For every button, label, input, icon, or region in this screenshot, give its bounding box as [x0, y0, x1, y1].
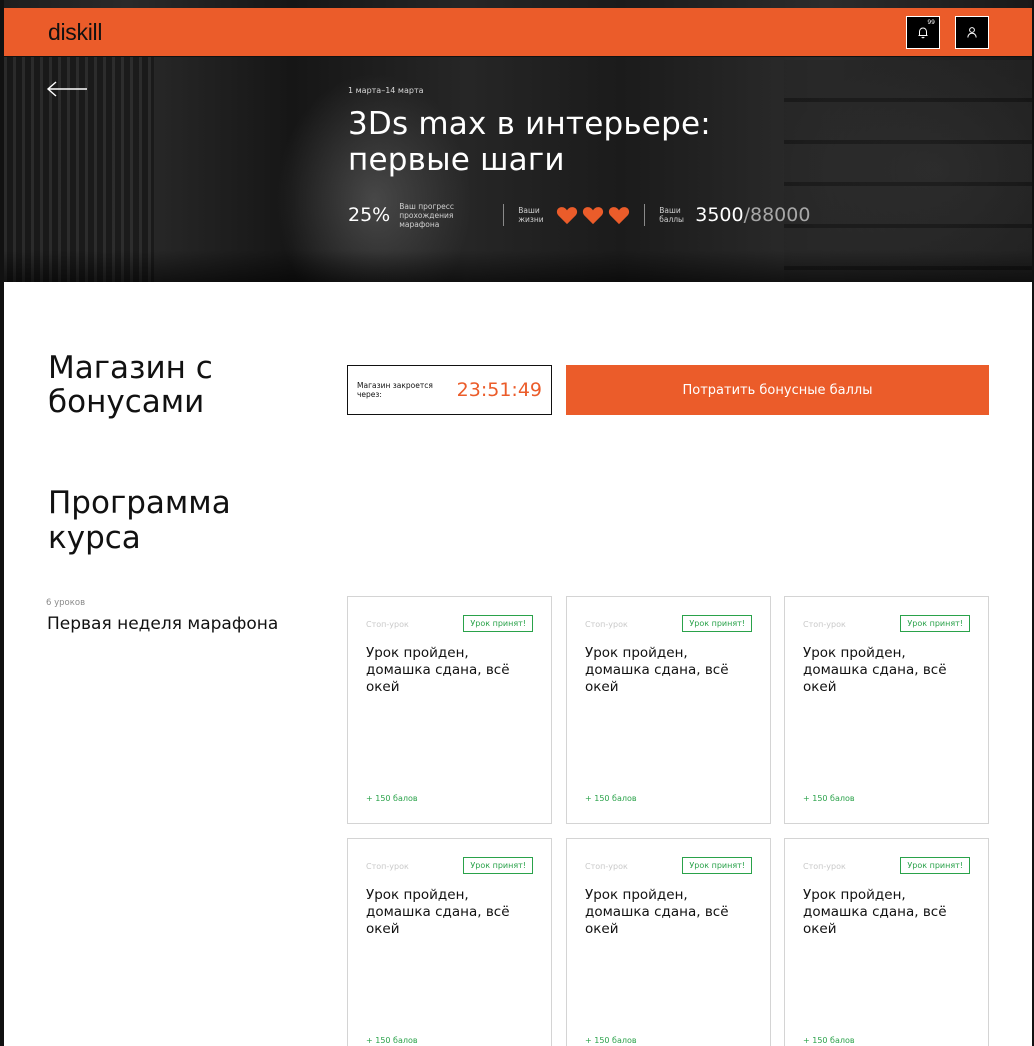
timer-value: 23:51:49 — [456, 379, 542, 401]
program-title: Программа курса — [48, 485, 231, 556]
lives-hearts — [556, 206, 630, 225]
lesson-text: Урок пройден, домашка сдана, всё окей — [585, 887, 729, 937]
lesson-card[interactable]: Стоп-урок Урок принят! Урок пройден, дом… — [784, 596, 989, 824]
stat-divider — [644, 204, 646, 226]
lesson-points: + 150 балов — [366, 794, 418, 803]
shop-timer: Магазин закроется через: 23:51:49 — [347, 365, 552, 415]
hero-background-floor — [4, 250, 1032, 282]
lesson-text: Урок пройден, домашка сдана, всё окей — [366, 887, 510, 937]
profile-button[interactable] — [955, 16, 989, 49]
lesson-tag: Стоп-урок — [366, 862, 409, 871]
lesson-tag: Стоп-урок — [803, 862, 846, 871]
lesson-card[interactable]: Стоп-урок Урок принят! Урок пройден, дом… — [784, 838, 989, 1046]
lesson-status-badge: Урок принят! — [682, 615, 752, 632]
lives-label: Ваши жизни — [518, 206, 544, 224]
progress-value: 25% — [348, 204, 391, 226]
lesson-status-badge: Урок принят! — [682, 857, 752, 874]
user-icon — [967, 27, 977, 38]
notifications-count: 99 — [927, 19, 935, 26]
lesson-text: Урок пройден, домашка сдана, всё окей — [803, 887, 947, 937]
week-lesson-count: 6 уроков — [46, 598, 86, 608]
score-total: /88000 — [743, 204, 811, 226]
logo[interactable]: diskill — [48, 19, 102, 46]
course-title: 3Ds max в интерьере: первые шаги — [348, 106, 711, 178]
lesson-points: + 150 балов — [803, 1036, 855, 1045]
timer-label: Магазин закроется через: — [357, 381, 433, 399]
progress-label: Ваш прогресс прохождения марафона — [399, 201, 455, 229]
shop-title: Магазин с бонусами — [48, 350, 213, 420]
lesson-card[interactable]: Стоп-урок Урок принят! Урок пройден, дом… — [347, 838, 552, 1046]
lesson-tag: Стоп-урок — [585, 620, 628, 629]
lesson-status-badge: Урок принят! — [463, 615, 533, 632]
lesson-card[interactable]: Стоп-урок Урок принят! Урок пройден, дом… — [566, 838, 771, 1046]
lesson-status-badge: Урок принят! — [900, 615, 970, 632]
lesson-tag: Стоп-урок — [803, 620, 846, 629]
lesson-text: Урок пройден, домашка сдана, всё окей — [366, 645, 510, 695]
marathon-stats: 25% Ваш прогресс прохождения марафона Ва… — [348, 200, 810, 230]
marathon-dates: 1 марта–14 марта — [348, 86, 424, 95]
heart-icon — [557, 206, 578, 224]
lesson-points: + 150 балов — [585, 794, 637, 803]
lesson-tag: Стоп-урок — [585, 862, 628, 871]
week-title: Первая неделя марафона — [47, 614, 279, 634]
lesson-points: + 150 балов — [803, 794, 855, 803]
lesson-text: Урок пройден, домашка сдана, всё окей — [585, 645, 729, 695]
lesson-text: Урок пройден, домашка сдана, всё окей — [803, 645, 947, 695]
lesson-status-badge: Урок принят! — [463, 857, 533, 874]
stat-divider — [503, 204, 505, 226]
top-header: diskill 99 — [4, 8, 1032, 57]
score-label: Ваши баллы — [659, 206, 684, 224]
bell-icon — [918, 27, 928, 39]
notifications-button[interactable]: 99 — [906, 16, 940, 49]
lesson-card[interactable]: Стоп-урок Урок принят! Урок пройден, дом… — [566, 596, 771, 824]
arrow-left-icon[interactable] — [46, 80, 88, 98]
lesson-tag: Стоп-урок — [366, 620, 409, 629]
lesson-card[interactable]: Стоп-урок Урок принят! Урок пройден, дом… — [347, 596, 552, 824]
lesson-points: + 150 балов — [585, 1036, 637, 1045]
spend-bonus-button[interactable]: Потратить бонусные баллы — [566, 365, 989, 415]
heart-icon — [583, 206, 604, 224]
lesson-points: + 150 балов — [366, 1036, 418, 1045]
lesson-status-badge: Урок принят! — [900, 857, 970, 874]
score-current: 3500 — [695, 204, 744, 226]
heart-icon — [609, 206, 630, 224]
